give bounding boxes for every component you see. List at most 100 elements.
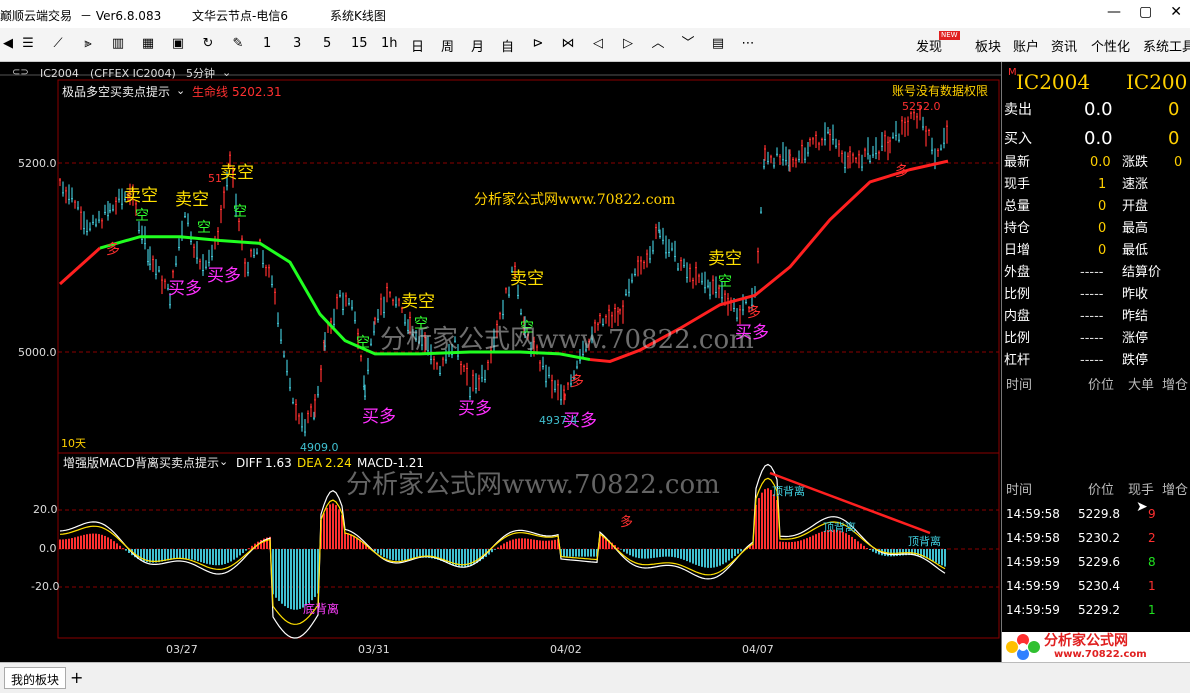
maximize-icon[interactable]: ▢ xyxy=(1139,4,1152,20)
menu-item[interactable]: 板块 xyxy=(975,36,1001,55)
draw-icon[interactable]: ✎ xyxy=(230,36,246,52)
candle-icon[interactable]: ⫸ xyxy=(80,36,96,52)
period-button[interactable]: 3 xyxy=(293,36,301,51)
bigorder-column-header: 大单 xyxy=(1128,378,1155,393)
tick-price: 5229.8 xyxy=(1078,507,1120,521)
tick-row[interactable]: 14:59:59 5229.6 8 xyxy=(1002,556,1190,576)
refresh-icon[interactable]: ↻ xyxy=(200,36,216,52)
menu-item[interactable]: 系统工具 xyxy=(1143,36,1190,55)
period-button[interactable]: 自 xyxy=(501,36,514,55)
logo-url: www.70822.com xyxy=(1054,649,1147,660)
menu-lines-icon[interactable]: ☰ xyxy=(20,36,36,52)
top-divergence-label: 顶背离 xyxy=(772,485,805,498)
chart-settings-icon[interactable]: ⊂⊃ xyxy=(12,68,29,78)
quote-row-label-right: 开盘 xyxy=(1122,199,1149,214)
quote-row-value: 0 xyxy=(1098,221,1107,236)
long-signal: 多 xyxy=(570,373,584,390)
period-button[interactable]: 日 xyxy=(411,36,424,55)
tick-row[interactable]: 14:59:58 5230.2 2 xyxy=(1002,532,1190,552)
menu-item[interactable]: 账户 xyxy=(1013,36,1039,55)
app-title: 巅顺云端交易 xyxy=(0,9,73,23)
dropdown-left-icon[interactable]: ◀ xyxy=(0,36,16,52)
minimize-icon[interactable]: — xyxy=(1107,4,1121,20)
save-icon[interactable]: ▣ xyxy=(170,36,186,52)
chart-canvas[interactable]: 卖空 卖空卖空卖空卖空卖空空空空空空 空空买多买多买多 买多买多买多多多多多51 xyxy=(0,62,1001,662)
x-tick-label: 03/31 xyxy=(358,643,390,656)
tick-column-header: 时间 xyxy=(1006,483,1033,498)
indicator-name[interactable]: 极品多空买卖点提示 xyxy=(62,86,170,98)
zoom-in-icon[interactable]: ⊳ xyxy=(530,36,546,52)
bar-chart-icon[interactable]: ▥ xyxy=(110,36,126,52)
left-icon[interactable]: ◁ xyxy=(590,36,606,52)
macd-y-tick: 20.0 xyxy=(33,503,58,516)
short-signal: 空 xyxy=(135,208,149,224)
period-select[interactable]: 5分钟 xyxy=(186,68,215,79)
period-button[interactable]: 5 xyxy=(323,36,331,51)
long-signal: 多 xyxy=(106,241,120,258)
tick-volume: 1 xyxy=(1148,603,1156,617)
ask-label: 卖出 xyxy=(1004,102,1032,118)
tick-row[interactable]: 14:59:58 5229.8 9 xyxy=(1002,508,1190,528)
long-signal: 多 xyxy=(747,304,761,321)
macd-indicator-name[interactable]: 增强版MACD背离买卖点提示 xyxy=(63,457,219,469)
short-signal: 空 xyxy=(233,204,247,220)
chevron-down-icon[interactable]: ⌄ xyxy=(219,456,228,467)
layout-icon[interactable]: ▤ xyxy=(710,36,726,52)
down-icon[interactable]: ﹀ xyxy=(680,36,696,52)
tick-column-header: 价位 xyxy=(1088,483,1115,498)
tick-time: 14:59:59 xyxy=(1006,555,1060,569)
quote-row-value: 1 xyxy=(1098,177,1107,192)
tick-price: 5229.6 xyxy=(1078,555,1120,569)
tick-time: 14:59:59 xyxy=(1006,579,1060,593)
quote-row-value-right: 0 xyxy=(1174,155,1183,170)
menu-item[interactable]: 资讯 xyxy=(1051,36,1077,55)
tick-volume: 8 xyxy=(1148,555,1156,569)
tick-time: 14:59:58 xyxy=(1006,507,1060,521)
tab-my-sectors[interactable]: 我的板块 xyxy=(4,667,67,689)
right-icon[interactable]: ▷ xyxy=(620,36,636,52)
ask-volume: 0 xyxy=(1168,99,1180,120)
add-tab-button[interactable]: + xyxy=(70,668,83,687)
x-tick-label: 03/27 xyxy=(166,643,198,656)
tick-volume: 1 xyxy=(1148,579,1156,593)
short-signal: 空 xyxy=(197,220,211,236)
period-button[interactable]: 月 xyxy=(471,36,484,55)
chevron-down-icon[interactable]: ⌄ xyxy=(222,67,231,78)
zoom-out-icon[interactable]: ⋈ xyxy=(560,36,576,52)
quote-row-label-right: 昨收 xyxy=(1122,287,1149,302)
sell-short-signal: 卖空 xyxy=(175,190,209,210)
diff-label: DIFF xyxy=(236,456,263,470)
period-button[interactable]: 周 xyxy=(441,36,454,55)
tick-price: 5230.4 xyxy=(1078,579,1120,593)
chart-area[interactable]: 卖空 卖空 卖空 卖空 卖空 卖空空空空空空空空买多 买多 买多 买多 买多 买多多多多多 51 ⊂⊃… xyxy=(0,62,1001,662)
more-icon[interactable]: ⋯ xyxy=(740,36,756,52)
period-button[interactable]: 15 xyxy=(351,36,368,51)
tick-row[interactable]: 14:59:59 5230.4 1 xyxy=(1002,580,1190,600)
tick-price: 5229.2 xyxy=(1078,603,1120,617)
quote-row-label: 总量 xyxy=(1004,199,1031,214)
bigorder-column-header: 增仓 xyxy=(1162,378,1189,393)
bid-label: 买入 xyxy=(1004,131,1032,147)
quote-row-label: 比例 xyxy=(1004,287,1031,302)
quote-row-value: 0 xyxy=(1098,199,1107,214)
line-chart-icon[interactable]: ⟋ xyxy=(50,36,66,52)
quote-row-label: 最新 xyxy=(1004,155,1031,170)
up-icon[interactable]: ︿ xyxy=(650,36,666,52)
macd-y-tick: 0.0 xyxy=(39,542,57,555)
tick-row[interactable]: 14:59:59 5229.2 1 xyxy=(1002,604,1190,624)
diff-value: 1.63 xyxy=(265,456,292,470)
quote-row-label: 比例 xyxy=(1004,331,1031,346)
watermark: 分析家公式网www.70822.com xyxy=(380,325,754,355)
ask-price: 0.0 xyxy=(1084,99,1113,120)
period-button[interactable]: 1 xyxy=(263,36,271,51)
quote-row-label: 日增 xyxy=(1004,243,1031,258)
grid-icon[interactable]: ▦ xyxy=(140,36,156,52)
menu-item[interactable]: 个性化 xyxy=(1091,36,1130,55)
quote-row-label-right: 昨结 xyxy=(1122,309,1149,324)
close-icon[interactable]: ✕ xyxy=(1170,4,1182,20)
period-button[interactable]: 1h xyxy=(381,36,398,51)
high-price-label: 5252.0 xyxy=(902,100,941,113)
symbol-label: IC2004 xyxy=(40,67,79,80)
no-permission-notice: 账号没有数据权限 xyxy=(892,84,989,98)
chevron-down-icon[interactable]: ⌄ xyxy=(176,85,185,96)
